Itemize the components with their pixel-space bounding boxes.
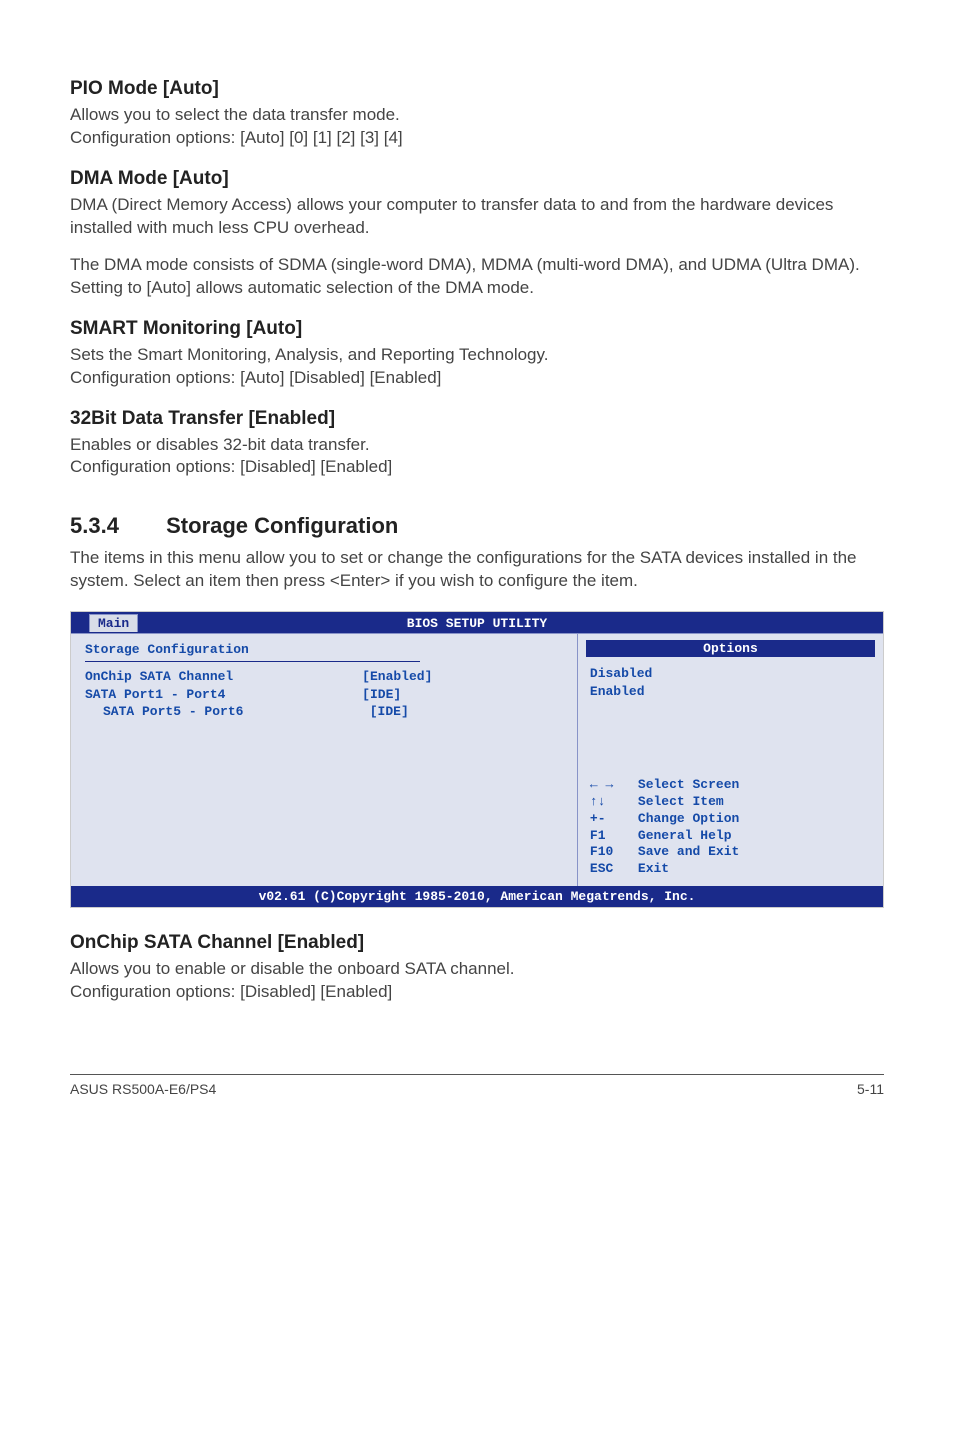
- section-number: 5.3.4: [70, 513, 160, 539]
- bios-option-disabled[interactable]: Disabled: [590, 665, 871, 683]
- bios-row-label: SATA Port1 - Port4: [85, 686, 362, 704]
- bios-help-text: Change Option: [638, 811, 739, 828]
- bios-title: BIOS SETUP UTILITY: [407, 616, 547, 631]
- bios-row-label: SATA Port5 - Port6: [85, 703, 370, 721]
- footer-right: 5-11: [857, 1081, 884, 1097]
- bios-right-pane: Options Disabled Enabled ← → Select Scre…: [578, 634, 883, 886]
- bios-screen: Main BIOS SETUP UTILITY Storage Configur…: [70, 611, 884, 908]
- esc-key-label: ESC: [590, 861, 638, 878]
- onchip-text: Allows you to enable or disable the onbo…: [70, 958, 884, 1004]
- bios-divider: [85, 661, 420, 662]
- bios-help-text: Exit: [638, 861, 669, 878]
- onchip-line1: Allows you to enable or disable the onbo…: [70, 959, 515, 978]
- bios-row-port56[interactable]: SATA Port5 - Port6 [IDE]: [85, 703, 563, 721]
- bios-help-row: F10 Save and Exit: [590, 844, 871, 861]
- onchip-heading: OnChip SATA Channel [Enabled]: [70, 932, 884, 954]
- bios-row-port14[interactable]: SATA Port1 - Port4 [IDE]: [85, 686, 563, 704]
- bios-body: Storage Configuration OnChip SATA Channe…: [71, 633, 883, 886]
- f1-key-label: F1: [590, 828, 638, 845]
- storage-intro: The items in this menu allow you to set …: [70, 547, 884, 593]
- smart-text: Sets the Smart Monitoring, Analysis, and…: [70, 344, 884, 390]
- bios-help-row: F1 General Help: [590, 828, 871, 845]
- smart-line1: Sets the Smart Monitoring, Analysis, and…: [70, 345, 548, 364]
- bios-row-value: [IDE]: [362, 686, 563, 704]
- bit32-line2: Configuration options: [Disabled] [Enabl…: [70, 457, 392, 476]
- bios-help-text: General Help: [638, 828, 732, 845]
- bit32-text: Enables or disables 32-bit data transfer…: [70, 434, 884, 480]
- bios-help-text: Select Item: [638, 794, 724, 811]
- storage-section-heading: 5.3.4 Storage Configuration: [70, 513, 884, 539]
- bios-help-row: ← → Select Screen: [590, 777, 871, 794]
- bios-row-value: [Enabled]: [362, 668, 563, 686]
- dma-heading: DMA Mode [Auto]: [70, 168, 884, 190]
- bit32-heading: 32Bit Data Transfer [Enabled]: [70, 408, 884, 430]
- page-footer: ASUS RS500A-E6/PS4 5-11: [70, 1074, 884, 1097]
- pio-text: Allows you to select the data transfer m…: [70, 104, 884, 150]
- smart-line2: Configuration options: [Auto] [Disabled]…: [70, 368, 441, 387]
- bios-left-pane: Storage Configuration OnChip SATA Channe…: [71, 634, 578, 886]
- footer-left: ASUS RS500A-E6/PS4: [70, 1081, 216, 1097]
- bios-option-enabled[interactable]: Enabled: [590, 683, 871, 701]
- bios-left-title: Storage Configuration: [85, 642, 563, 659]
- bios-help-text: Save and Exit: [638, 844, 739, 861]
- bios-help-row: +- Change Option: [590, 811, 871, 828]
- nav-arrows-lr-icon: ← →: [590, 777, 638, 794]
- bios-help-text: Select Screen: [638, 777, 739, 794]
- nav-arrows-ud-icon: ↑↓: [590, 794, 638, 811]
- bios-title-bar: Main BIOS SETUP UTILITY: [71, 612, 883, 633]
- dma-text2: The DMA mode consists of SDMA (single-wo…: [70, 254, 884, 300]
- plus-minus-icon: +-: [590, 811, 638, 828]
- bios-tab-main[interactable]: Main: [89, 614, 138, 632]
- pio-line2: Configuration options: [Auto] [0] [1] [2…: [70, 128, 403, 147]
- pio-line1: Allows you to select the data transfer m…: [70, 105, 400, 124]
- bios-help-row: ↑↓ Select Item: [590, 794, 871, 811]
- pio-heading: PIO Mode [Auto]: [70, 78, 884, 100]
- bios-help-row: ESC Exit: [590, 861, 871, 878]
- smart-heading: SMART Monitoring [Auto]: [70, 318, 884, 340]
- bios-help-block: ← → Select Screen ↑↓ Select Item +- Chan…: [590, 777, 871, 878]
- bit32-line1: Enables or disables 32-bit data transfer…: [70, 435, 370, 454]
- bios-footer: v02.61 (C)Copyright 1985-2010, American …: [71, 886, 883, 907]
- bios-row-label: OnChip SATA Channel: [85, 668, 362, 686]
- bios-row-value: [IDE]: [370, 703, 563, 721]
- f10-key-label: F10: [590, 844, 638, 861]
- dma-text1: DMA (Direct Memory Access) allows your c…: [70, 194, 884, 240]
- bios-row-onchip[interactable]: OnChip SATA Channel [Enabled]: [85, 668, 563, 686]
- bios-options-header: Options: [586, 640, 875, 657]
- section-title: Storage Configuration: [166, 513, 398, 538]
- onchip-line2: Configuration options: [Disabled] [Enabl…: [70, 982, 392, 1001]
